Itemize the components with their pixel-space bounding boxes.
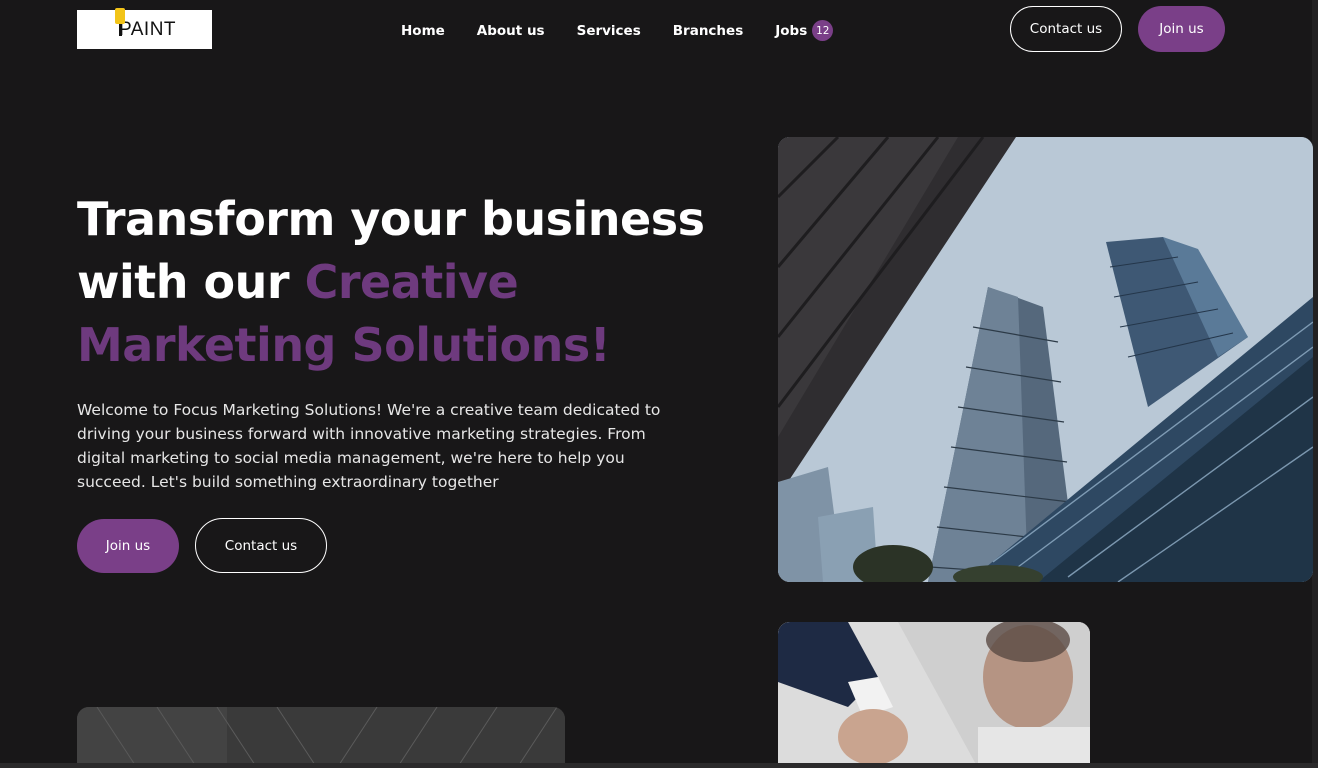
handshake-illustration [778,622,1090,768]
skyscrapers-image [778,137,1313,582]
logo[interactable]: PAINT [77,8,212,49]
jobs-count-badge: 12 [812,20,834,41]
hero-title-accent-2: Marketing Solutions! [77,318,611,372]
nav-services[interactable]: Services [577,23,641,39]
nav-jobs-label: Jobs [775,22,808,39]
paint-brush-handle [119,24,122,36]
building-facade-illustration [77,707,565,768]
hero-contact-button[interactable]: Contact us [195,518,327,573]
header-join-button[interactable]: Join us [1138,6,1225,52]
horizontal-scrollbar[interactable] [0,763,1318,768]
paint-brush-icon [115,8,125,24]
nav-home[interactable]: Home [401,23,445,39]
logo-text: PAINT [119,18,177,40]
hero-title-accent-1: Creative [304,255,519,309]
hero-join-button[interactable]: Join us [77,519,179,573]
hero-title-line1: Transform your business [77,192,705,246]
skyscrapers-illustration [778,137,1313,582]
nav-about-us[interactable]: About us [477,23,545,39]
nav-jobs[interactable]: Jobs 12 [775,20,834,41]
hero-title: Transform your business with our Creativ… [77,188,757,377]
building-facade-image [77,707,565,768]
hero-description: Welcome to Focus Marketing Solutions! We… [77,401,661,491]
nav-branches[interactable]: Branches [673,23,743,39]
main-nav: Home About us Services Branches Jobs 12 [401,20,834,41]
hero-title-line2: with our [77,255,305,309]
handshake-image [778,622,1090,768]
header-contact-button[interactable]: Contact us [1010,6,1122,52]
